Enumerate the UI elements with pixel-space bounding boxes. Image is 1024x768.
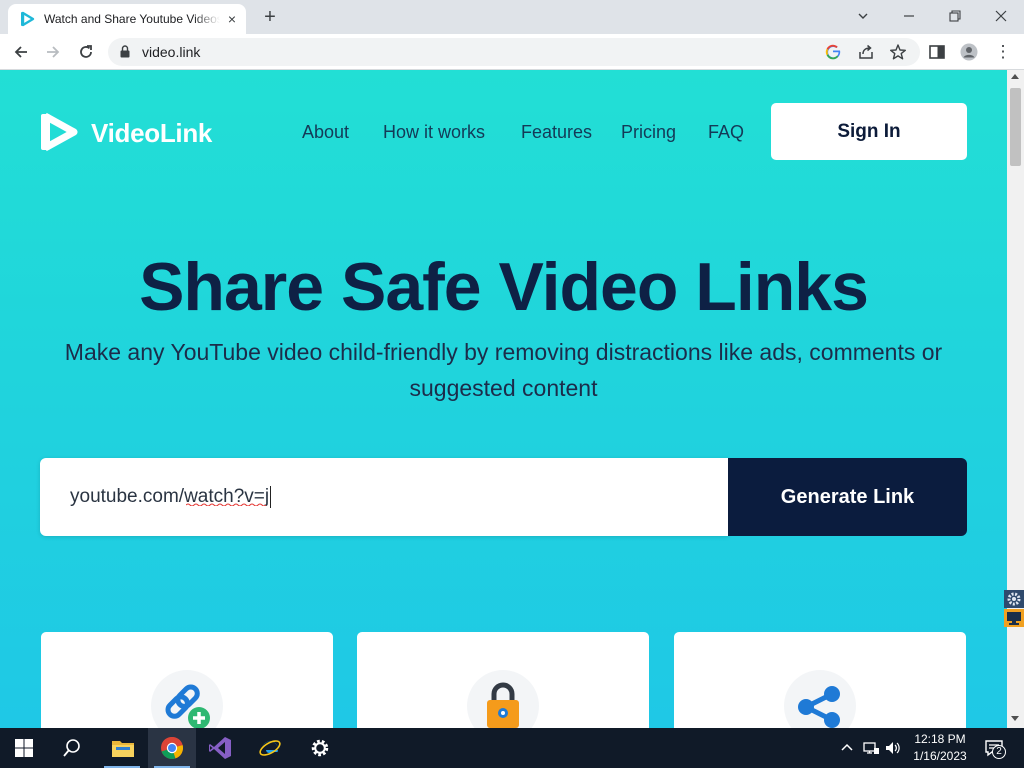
share-page-icon[interactable] <box>857 43 875 61</box>
browser-menu-button[interactable]: ⋮ <box>992 41 1014 63</box>
browser-toolbar: video.link ⋮ <box>0 34 1024 70</box>
volume-icon[interactable] <box>884 739 902 757</box>
visual-studio-app[interactable] <box>196 728 244 768</box>
monitor-widget-icon[interactable] <box>1004 609 1024 627</box>
sign-in-button[interactable]: Sign In <box>771 103 967 160</box>
tab-close-icon[interactable]: × <box>224 11 240 27</box>
scroll-down-arrow-icon[interactable] <box>1011 716 1019 721</box>
nav-link-faq[interactable]: FAQ <box>708 122 744 143</box>
address-bar[interactable]: video.link <box>108 38 920 66</box>
back-button[interactable] <box>10 41 32 63</box>
page-scrollbar[interactable] <box>1007 70 1024 728</box>
url-text[interactable]: video.link <box>142 44 200 60</box>
start-button[interactable] <box>0 728 48 768</box>
spellcheck-underline <box>186 503 266 506</box>
restore-button[interactable] <box>941 4 969 28</box>
nav-link-about[interactable]: About <box>302 122 349 143</box>
internet-explorer-app[interactable] <box>246 728 294 768</box>
chrome-icon <box>161 736 184 759</box>
page-viewport: VideoLink About How it works Features Pr… <box>0 70 1007 728</box>
forward-button[interactable] <box>42 41 64 63</box>
lock-icon[interactable] <box>120 45 130 58</box>
hero-subtitle: Make any YouTube video child-friendly by… <box>64 339 943 401</box>
clock-time: 12:18 PM <box>914 732 966 746</box>
feature-card <box>357 632 649 728</box>
notification-count-badge: 2 <box>992 745 1006 759</box>
tab-title: Watch and Share Youtube Videos <box>44 12 220 26</box>
chrome-app[interactable] <box>148 728 196 768</box>
nav-link-features[interactable]: Features <box>521 122 592 143</box>
windows-taskbar: 12:18 PM 1/16/2023 2 <box>0 728 1024 768</box>
new-tab-button[interactable]: + <box>258 6 282 28</box>
videolink-logo-icon <box>41 112 78 152</box>
minimize-button[interactable] <box>895 4 923 28</box>
visual-studio-icon <box>209 737 231 759</box>
folder-icon <box>112 741 134 757</box>
videolink-favicon-icon <box>21 11 35 27</box>
nav-link-how-it-works[interactable]: How it works <box>383 122 485 143</box>
system-clock[interactable]: 12:18 PM 1/16/2023 <box>904 731 976 765</box>
profile-avatar-icon[interactable] <box>960 43 978 61</box>
search-icon <box>63 739 80 757</box>
search-button[interactable] <box>48 728 96 768</box>
link-add-icon <box>165 684 210 728</box>
generate-link-button[interactable]: Generate Link <box>728 458 967 536</box>
windows-logo-icon <box>15 739 33 757</box>
scroll-thumb[interactable] <box>1010 88 1021 166</box>
tab-search-chevron-icon[interactable] <box>849 4 877 28</box>
youtube-url-input[interactable] <box>40 458 728 536</box>
reload-button[interactable] <box>75 41 97 63</box>
side-panel-icon[interactable] <box>928 43 946 61</box>
gear-icon <box>311 739 329 757</box>
settings-app[interactable] <box>296 728 344 768</box>
scroll-up-arrow-icon[interactable] <box>1011 74 1019 79</box>
file-explorer-app[interactable] <box>98 728 146 768</box>
nav-link-pricing[interactable]: Pricing <box>621 122 676 143</box>
clock-date: 1/16/2023 <box>913 749 967 763</box>
logo-text: VideoLink <box>91 118 213 148</box>
network-icon[interactable] <box>862 739 880 757</box>
bookmark-star-icon[interactable] <box>889 43 907 61</box>
gear-widget-icon[interactable] <box>1004 590 1024 608</box>
close-window-button[interactable] <box>987 4 1015 28</box>
internet-explorer-icon <box>259 740 281 756</box>
text-caret <box>270 486 271 508</box>
share-icon <box>798 686 840 728</box>
feature-card <box>41 632 333 728</box>
google-translate-icon[interactable] <box>824 43 842 61</box>
browser-tab[interactable]: Watch and Share Youtube Videos × <box>8 4 246 34</box>
hero-title: Share Safe Video Links <box>139 249 869 325</box>
browser-tab-strip: Watch and Share Youtube Videos × + <box>0 0 1024 34</box>
padlock-icon <box>487 682 519 728</box>
feature-card <box>674 632 966 728</box>
chevron-up-icon[interactable] <box>838 739 856 757</box>
